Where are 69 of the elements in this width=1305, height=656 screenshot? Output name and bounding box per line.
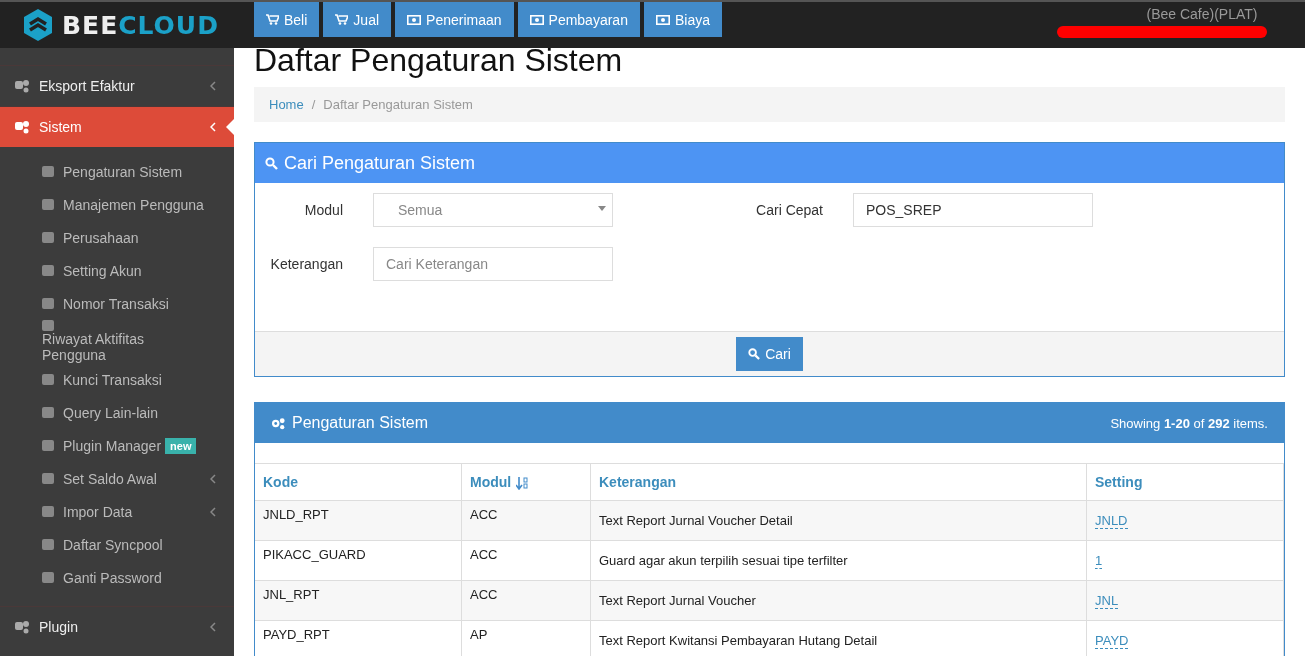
money-icon — [529, 14, 544, 25]
cart-icon — [266, 14, 279, 25]
sidebar-item[interactable]: Plugin — [0, 606, 234, 647]
table-cell: ACC — [461, 540, 591, 581]
sidebar-subitem[interactable]: Setting Akun — [0, 254, 234, 287]
table-cell: Text Report Jurnal Voucher — [590, 580, 1087, 621]
column-header[interactable]: Keterangan — [590, 463, 1087, 501]
editable-setting-link[interactable]: 1 — [1095, 553, 1103, 569]
table-cell: JNLD_RPT — [255, 500, 462, 541]
chevron-left-icon — [210, 473, 216, 484]
cart-icon — [335, 14, 349, 25]
editable-setting-link[interactable]: JNL — [1095, 593, 1119, 609]
sidebar-subitem[interactable]: Daftar Syncpool — [0, 528, 234, 561]
page-title: Daftar Pengaturan Sistem — [254, 42, 624, 79]
sidebar-item[interactable]: Sistem — [0, 106, 234, 147]
field-label: Cari Cepat — [755, 202, 824, 218]
chevron-left-icon — [210, 506, 216, 517]
table-cell: JNL_RPT — [255, 580, 462, 621]
breadcrumb-separator: / — [311, 97, 316, 112]
top-nav-button[interactable]: Beli — [254, 2, 320, 37]
editable-setting-link[interactable]: JNLD — [1095, 513, 1128, 529]
caret-icon — [598, 206, 606, 211]
breadcrumb-link[interactable]: Home — [269, 97, 304, 112]
table-cell: PIKACC_GUARD — [255, 540, 462, 581]
select-field[interactable]: Semua — [373, 193, 613, 227]
top-nav-button[interactable]: Penerimaan — [395, 2, 514, 37]
sidebar-subitem[interactable]: Perusahaan — [0, 221, 234, 254]
top-nav-button[interactable]: Biaya — [643, 2, 722, 37]
sidebar-subitem[interactable]: Pengaturan Sistem — [0, 155, 234, 188]
sidebar-subitem[interactable]: Impor Data — [0, 495, 234, 528]
table-cell: ACC — [461, 500, 591, 541]
chevron-left-icon — [210, 122, 216, 132]
sidebar-subitem[interactable]: Ganti Password — [0, 561, 234, 594]
item-count-summary: Showing 1-20 of 292 items. — [1110, 415, 1268, 431]
input-field[interactable]: POS_SREP — [853, 193, 1093, 227]
table-cell: ACC — [461, 580, 591, 621]
sidebar-subitem[interactable]: Set Saldo Awal — [0, 462, 234, 495]
breadcrumb-current: Daftar Pengaturan Sistem — [323, 97, 473, 112]
sidebar-subitem[interactable]: Plugin Manager new — [0, 429, 234, 462]
chevron-left-icon — [210, 622, 216, 632]
top-nav-button[interactable]: Pembayaran — [517, 2, 640, 37]
table-cell: Guard agar akun terpilih sesuai tipe terfilter — [590, 540, 1087, 581]
sidebar-subitem[interactable]: Query Lain-lain — [0, 396, 234, 429]
input-field[interactable]: Cari Keterangan — [373, 247, 613, 281]
table-cell: Text Report Jurnal Voucher Detail — [590, 500, 1087, 541]
search-button[interactable]: Cari — [736, 337, 803, 371]
column-header[interactable]: Setting — [1086, 463, 1284, 501]
top-nav-button[interactable]: Jual — [323, 2, 392, 37]
money-icon — [655, 14, 670, 25]
column-header[interactable]: Modul — [461, 463, 591, 501]
chevron-left-icon — [210, 81, 216, 91]
company-name: (Bee Cafe)(PLAT) — [1146, 6, 1258, 22]
panel-title: Cari Pengaturan Sistem — [284, 152, 476, 174]
sidebar-subitem[interactable]: Riwayat Aktifitas Pengguna — [0, 320, 234, 363]
field-label: Modul — [303, 202, 344, 218]
brand-name: BEECLOUD — [62, 10, 219, 40]
hexagon-logo-icon — [22, 8, 54, 42]
search-icon — [748, 348, 761, 360]
panel-title: Pengaturan Sistem — [292, 414, 429, 432]
active-pointer — [226, 119, 234, 135]
field-label: Keterangan — [269, 256, 344, 272]
column-header[interactable]: Kode — [255, 463, 462, 501]
sidebar-subitem[interactable]: Manajemen Pengguna — [0, 188, 234, 221]
new-badge: new — [165, 437, 197, 454]
search-icon — [265, 156, 278, 170]
sidebar-subitem[interactable]: Nomor Transaksi — [0, 287, 234, 320]
editable-setting-link[interactable]: PAYD — [1095, 633, 1129, 649]
sidebar-subitem[interactable]: Kunci Transaksi — [0, 363, 234, 396]
money-icon — [407, 14, 422, 25]
